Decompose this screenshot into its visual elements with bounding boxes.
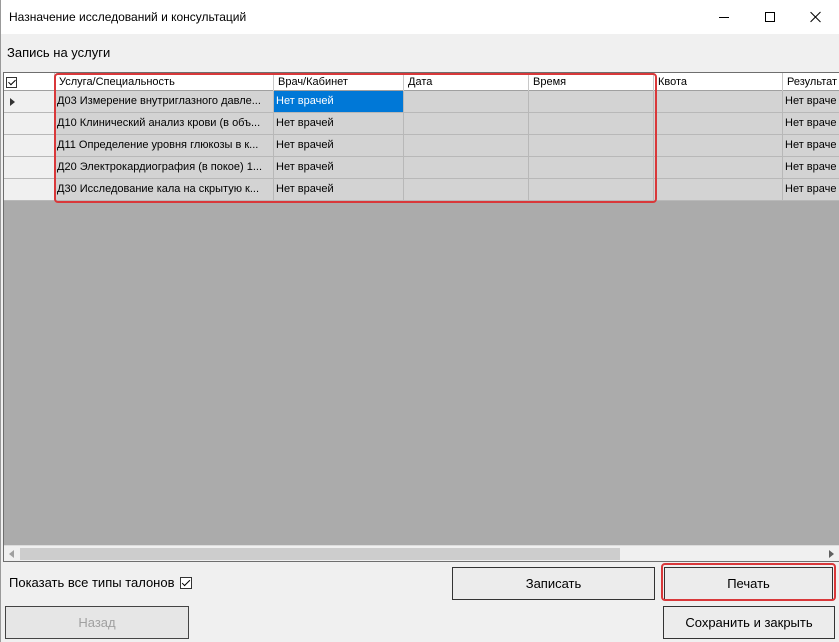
date-cell[interactable] [404, 179, 529, 201]
doctor-cell[interactable]: Нет врачей [274, 157, 404, 179]
column-header-quota[interactable]: Квота [654, 73, 783, 91]
title-bar: Назначение исследований и консультаций [1, 0, 839, 34]
quota-cell[interactable] [654, 135, 783, 157]
column-header-service[interactable]: Услуга/Специальность [55, 73, 274, 91]
section-label: Запись на услуги [7, 45, 111, 60]
date-cell[interactable] [404, 135, 529, 157]
service-cell[interactable]: Д20 Электрокардиография (в покое) 1... [55, 157, 274, 179]
column-header-doctor[interactable]: Врач/Кабинет [274, 73, 404, 91]
table-row[interactable]: Д03 Измерение внутриглазного давле... Не… [4, 91, 839, 113]
service-cell[interactable]: Д10 Клинический анализ крови (в объ... [55, 113, 274, 135]
column-header-time[interactable]: Время [529, 73, 654, 91]
time-cell[interactable] [529, 157, 654, 179]
row-header[interactable] [4, 113, 55, 135]
service-cell[interactable]: Д11 Определение уровня глюкозы в к... [55, 135, 274, 157]
window-title: Назначение исследований и консультаций [9, 10, 247, 24]
result-cell[interactable]: Нет враче [783, 113, 839, 135]
doctor-cell[interactable]: Нет врачей [274, 113, 404, 135]
dialog-window: Назначение исследований и консультаций З… [0, 0, 839, 642]
maximize-icon [765, 12, 775, 22]
print-button[interactable]: Печать [664, 567, 833, 600]
minimize-button[interactable] [701, 0, 747, 34]
table-row[interactable]: Д10 Клинический анализ крови (в объ... Н… [4, 113, 839, 135]
result-cell[interactable]: Нет враче [783, 91, 839, 113]
scroll-right-icon[interactable] [829, 550, 834, 558]
table-row[interactable]: Д11 Определение уровня глюкозы в к... Не… [4, 135, 839, 157]
grid-header: Услуга/Специальность Врач/Кабинет Дата В… [4, 73, 839, 91]
service-cell[interactable]: Д03 Измерение внутриглазного давле... [55, 91, 274, 113]
quota-cell[interactable] [654, 91, 783, 113]
show-all-tickets-label: Показать все типы талонов [9, 575, 175, 590]
result-cell[interactable]: Нет враче [783, 179, 839, 201]
show-all-tickets-toggle[interactable]: Показать все типы талонов [9, 575, 192, 590]
minimize-icon [719, 16, 729, 18]
quota-cell[interactable] [654, 113, 783, 135]
select-all-checkbox[interactable] [6, 77, 17, 88]
row-header[interactable] [4, 135, 55, 157]
show-all-tickets-checkbox[interactable] [179, 576, 192, 589]
save-and-close-button[interactable]: Сохранить и закрыть [663, 606, 835, 639]
doctor-cell[interactable]: Нет врачей [274, 135, 404, 157]
date-cell[interactable] [404, 113, 529, 135]
doctor-cell[interactable]: Нет врачей [274, 179, 404, 201]
scrollbar-thumb[interactable] [20, 548, 620, 560]
row-header[interactable] [4, 157, 55, 179]
table-row[interactable]: Д30 Исследование кала на скрытую к... Не… [4, 179, 839, 201]
services-grid[interactable]: Услуга/Специальность Врач/Кабинет Дата В… [3, 72, 839, 562]
current-row-icon [10, 98, 15, 106]
row-header[interactable] [4, 91, 55, 113]
doctor-cell[interactable]: Нет врачей [274, 91, 404, 113]
select-all-header[interactable] [4, 73, 55, 91]
column-header-result[interactable]: Результат [783, 73, 839, 91]
close-icon [810, 11, 822, 23]
quota-cell[interactable] [654, 179, 783, 201]
close-button[interactable] [793, 0, 839, 34]
table-row[interactable]: Д20 Электрокардиография (в покое) 1... Н… [4, 157, 839, 179]
time-cell[interactable] [529, 135, 654, 157]
save-button[interactable]: Записать [452, 567, 655, 600]
time-cell[interactable] [529, 91, 654, 113]
back-button[interactable]: Назад [5, 606, 189, 639]
service-cell[interactable]: Д30 Исследование кала на скрытую к... [55, 179, 274, 201]
row-header[interactable] [4, 179, 55, 201]
date-cell[interactable] [404, 91, 529, 113]
result-cell[interactable]: Нет враче [783, 157, 839, 179]
column-header-date[interactable]: Дата [404, 73, 529, 91]
date-cell[interactable] [404, 157, 529, 179]
maximize-button[interactable] [747, 0, 793, 34]
time-cell[interactable] [529, 113, 654, 135]
horizontal-scrollbar[interactable] [4, 545, 839, 561]
result-cell[interactable]: Нет враче [783, 135, 839, 157]
scroll-left-icon[interactable] [9, 550, 14, 558]
time-cell[interactable] [529, 179, 654, 201]
quota-cell[interactable] [654, 157, 783, 179]
